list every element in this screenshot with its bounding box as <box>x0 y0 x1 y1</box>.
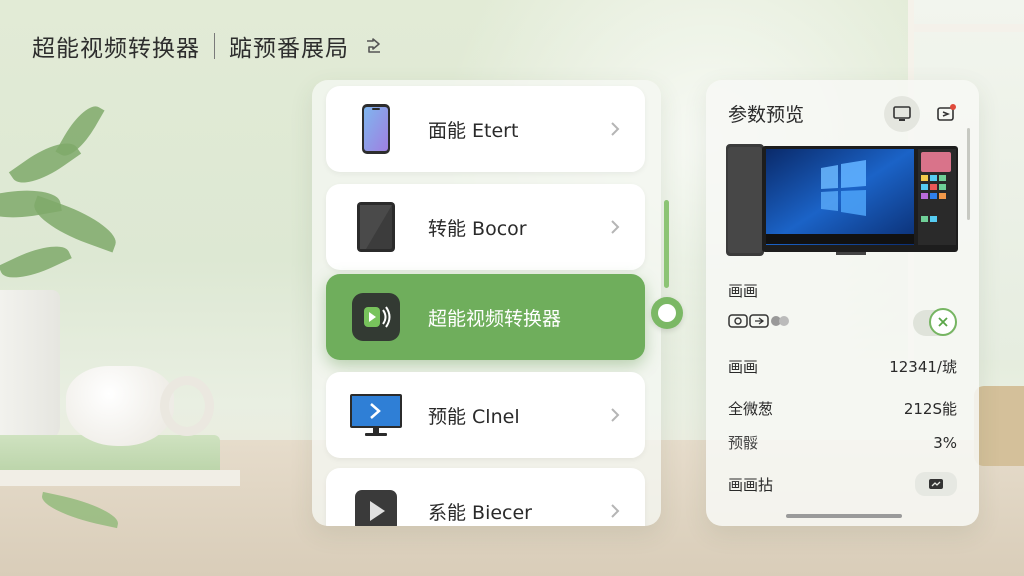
play-icon <box>346 481 406 526</box>
device-label: 超能视频转换器 <box>428 307 562 330</box>
share-icon[interactable] <box>363 35 385 57</box>
plant-leaf <box>0 236 72 288</box>
enable-toggle[interactable] <box>913 308 957 336</box>
device-label: 预能 Clnel <box>428 405 520 428</box>
device-list-panel: 面能 Etert 转能 Bocor 超能视频转换器 预能 Clnel 系能 Bi… <box>312 80 661 526</box>
section-row: 画画 <box>728 280 957 301</box>
chevron-right-icon <box>605 407 625 423</box>
device-label: 系能 Biecer <box>428 501 532 524</box>
plant-pot <box>0 290 60 440</box>
scroll-handle[interactable] <box>651 297 683 329</box>
cup <box>66 366 174 446</box>
expand-button[interactable] <box>915 472 957 496</box>
layout-title: 踮预番展局 <box>229 36 349 62</box>
row-value: 212S能 <box>903 400 957 418</box>
preview-scrollbar[interactable] <box>967 128 970 220</box>
chevron-right-icon <box>605 219 625 235</box>
header: 超能视频转换器 踮预番展局 <box>32 28 385 64</box>
image-icon <box>929 479 943 489</box>
row-value: 3% <box>933 433 957 452</box>
row-label: 预骽 <box>728 434 759 452</box>
codec-icons <box>728 312 790 334</box>
toggle-row <box>728 308 957 336</box>
monitor-icon <box>346 385 406 445</box>
app-title: 超能视频转换器 <box>32 36 200 62</box>
phone-icon <box>346 99 406 159</box>
preview-panel: 参数预览 画画 画画 12341/琥 全微葱 212S能 预骽 3% 画画拈 <box>706 80 979 526</box>
info-row: 全微葱 212S能 <box>728 398 957 419</box>
device-label: 面能 Etert <box>428 119 519 142</box>
cast-button[interactable] <box>932 100 960 128</box>
chevron-right-icon <box>605 503 625 519</box>
cup-handle <box>160 376 214 436</box>
plant-leaf <box>27 195 123 253</box>
book <box>0 470 240 486</box>
device-item-phone[interactable]: 面能 Etert <box>326 86 645 172</box>
row-label: 画画拈 <box>728 475 774 494</box>
monitor-icon <box>893 106 911 121</box>
row-value: 12341/琥 <box>889 358 957 376</box>
tablet-icon <box>346 197 406 257</box>
window-bar <box>914 24 1024 32</box>
device-item-player[interactable]: 系能 Biecer <box>326 468 645 526</box>
header-divider <box>214 33 215 59</box>
section-label: 画画 <box>728 282 759 300</box>
info-row: 画画 12341/琥 <box>728 356 957 377</box>
device-item-tablet[interactable]: 转能 Bocor <box>326 184 645 270</box>
list-scrollbar[interactable] <box>664 200 669 288</box>
preview-image <box>726 144 958 260</box>
device-item-monitor[interactable]: 预能 Clnel <box>326 372 645 458</box>
close-icon <box>929 308 957 336</box>
chevron-right-icon <box>605 121 625 137</box>
device-label: 转能 Bocor <box>428 217 527 240</box>
info-row: 画画拈 <box>728 472 957 496</box>
device-item-converter[interactable]: 超能视频转换器 <box>326 274 645 360</box>
home-indicator <box>786 514 902 518</box>
info-row: 预骽 3% <box>728 432 957 453</box>
row-label: 画画 <box>728 358 759 376</box>
preview-title: 参数预览 <box>728 104 805 126</box>
basket <box>974 386 1024 466</box>
notification-dot <box>950 104 956 110</box>
monitor-button[interactable] <box>884 96 920 132</box>
app-cast-icon <box>346 287 406 347</box>
row-label: 全微葱 <box>728 400 774 418</box>
